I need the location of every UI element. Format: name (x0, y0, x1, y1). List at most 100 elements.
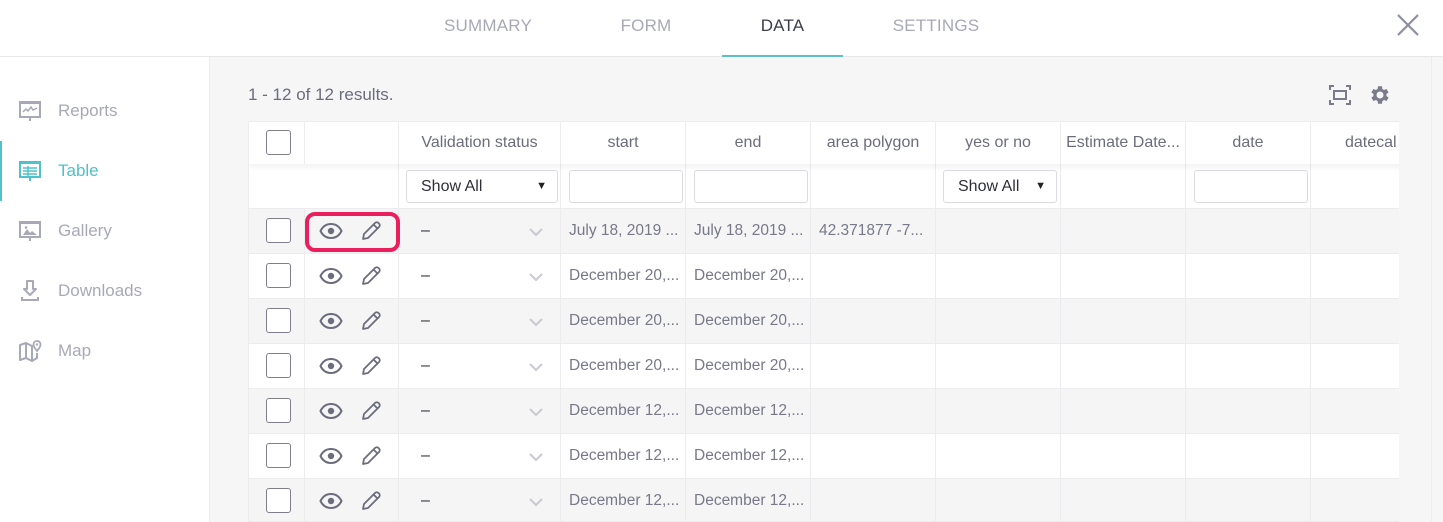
row-checkbox[interactable] (266, 488, 291, 513)
row-select-cell (249, 434, 305, 478)
eye-icon[interactable] (319, 264, 343, 288)
reports-icon (19, 101, 41, 121)
row-validation-cell[interactable]: – (399, 434, 561, 478)
header-validation-status[interactable]: Validation status (399, 122, 561, 164)
tab-form[interactable]: FORM (600, 0, 692, 57)
table-row: – December 12,... December 12,... (249, 388, 1399, 433)
chevron-down-icon[interactable] (528, 359, 544, 375)
filter-start-cell (561, 164, 686, 208)
tab-settings[interactable]: SETTINGS (880, 0, 992, 57)
pencil-icon[interactable] (359, 219, 383, 243)
chevron-down-icon[interactable] (528, 449, 544, 465)
fullscreen-icon[interactable] (1328, 83, 1352, 107)
row-date-cell (1186, 344, 1311, 388)
row-validation-cell[interactable]: – (399, 344, 561, 388)
chevron-down-icon[interactable] (528, 224, 544, 240)
row-estimate-date-cell (1061, 344, 1186, 388)
header-area-polygon[interactable]: area polygon (811, 122, 936, 164)
download-icon (21, 280, 39, 301)
eye-icon[interactable] (319, 444, 343, 468)
row-actions-cell (305, 389, 399, 433)
eye-icon[interactable] (319, 354, 343, 378)
row-select-cell (249, 344, 305, 388)
chevron-down-icon[interactable] (528, 314, 544, 330)
table-row: – July 18, 2019 ... July 18, 2019 ... 42… (249, 208, 1399, 253)
row-checkbox[interactable] (266, 398, 291, 423)
validation-status-value: – (421, 222, 430, 239)
filter-validation-cell: Show All ▼ (399, 164, 561, 208)
sidebar-item-downloads[interactable]: Downloads (0, 261, 209, 321)
main-content: 1 - 12 of 12 results. Validation status … (210, 57, 1431, 522)
validation-status-value: – (421, 492, 430, 509)
row-start-cell: December 20,... (561, 254, 686, 298)
header-datecal[interactable]: datecal (1311, 122, 1399, 164)
pencil-icon[interactable] (359, 444, 383, 468)
row-validation-cell[interactable]: – (399, 299, 561, 343)
date-filter-input[interactable] (1194, 170, 1308, 203)
sidebar-item-gallery[interactable]: Gallery (0, 201, 209, 261)
pencil-icon[interactable] (359, 354, 383, 378)
table-icon (19, 161, 41, 181)
header-yes-or-no[interactable]: yes or no (936, 122, 1061, 164)
row-validation-cell[interactable]: – (399, 254, 561, 298)
row-yes-or-no-cell (936, 434, 1061, 478)
eye-icon[interactable] (319, 219, 343, 243)
row-actions-cell (305, 299, 399, 343)
row-validation-cell[interactable]: – (399, 389, 561, 433)
caret-down-icon: ▼ (1035, 180, 1046, 192)
tab-summary-label: SUMMARY (444, 16, 532, 35)
yes-or-no-filter-select[interactable]: Show All ▼ (943, 170, 1057, 203)
pencil-icon[interactable] (359, 309, 383, 333)
select-all-checkbox[interactable] (266, 130, 291, 155)
row-area-polygon-cell (811, 254, 936, 298)
header-select-cell (249, 122, 305, 164)
end-filter-input[interactable] (694, 170, 808, 203)
row-estimate-date-cell (1061, 434, 1186, 478)
eye-icon[interactable] (319, 489, 343, 513)
start-filter-input[interactable] (569, 170, 683, 203)
row-checkbox[interactable] (266, 263, 291, 288)
row-checkbox[interactable] (266, 308, 291, 333)
tab-settings-label: SETTINGS (892, 16, 980, 35)
gear-icon[interactable] (1368, 83, 1392, 107)
row-select-cell (249, 299, 305, 343)
validation-status-filter-select[interactable]: Show All ▼ (406, 170, 558, 203)
filter-yes-or-no-cell: Show All ▼ (936, 164, 1061, 208)
sidebar-item-map[interactable]: Map (0, 321, 209, 381)
row-checkbox[interactable] (266, 443, 291, 468)
sidebar-item-reports[interactable]: Reports (0, 81, 209, 141)
header-date[interactable]: date (1186, 122, 1311, 164)
row-yes-or-no-cell (936, 299, 1061, 343)
row-yes-or-no-cell (936, 254, 1061, 298)
row-validation-cell[interactable]: – (399, 209, 561, 253)
sidebar-item-table[interactable]: Table (0, 141, 209, 201)
pencil-icon[interactable] (359, 399, 383, 423)
eye-icon[interactable] (319, 399, 343, 423)
close-button[interactable] (1395, 12, 1421, 38)
header-start[interactable]: start (561, 122, 686, 164)
tab-form-label: FORM (620, 16, 672, 35)
page-scrollbar[interactable] (1431, 57, 1443, 522)
header-end[interactable]: end (686, 122, 811, 164)
row-checkbox[interactable] (266, 218, 291, 243)
row-date-cell (1186, 479, 1311, 521)
pencil-icon[interactable] (359, 489, 383, 513)
row-datecal-cell (1311, 254, 1399, 298)
row-datecal-cell (1311, 434, 1399, 478)
chevron-down-icon[interactable] (528, 494, 544, 510)
row-start-cell: July 18, 2019 ... (561, 209, 686, 253)
row-end-cell: December 12,... (686, 479, 811, 521)
row-checkbox[interactable] (266, 353, 291, 378)
tab-summary[interactable]: SUMMARY (430, 0, 546, 57)
eye-icon[interactable] (319, 309, 343, 333)
chevron-down-icon[interactable] (528, 269, 544, 285)
tab-data[interactable]: DATA (722, 0, 843, 58)
chevron-down-icon[interactable] (528, 404, 544, 420)
row-validation-cell[interactable]: – (399, 479, 561, 521)
data-table: Validation status start end area polygon… (248, 121, 1399, 522)
row-end-cell: December 20,... (686, 254, 811, 298)
header-estimate-date[interactable]: Estimate Date... (1061, 122, 1186, 164)
row-end-cell: December 12,... (686, 389, 811, 433)
pencil-icon[interactable] (359, 264, 383, 288)
row-area-polygon-cell (811, 299, 936, 343)
